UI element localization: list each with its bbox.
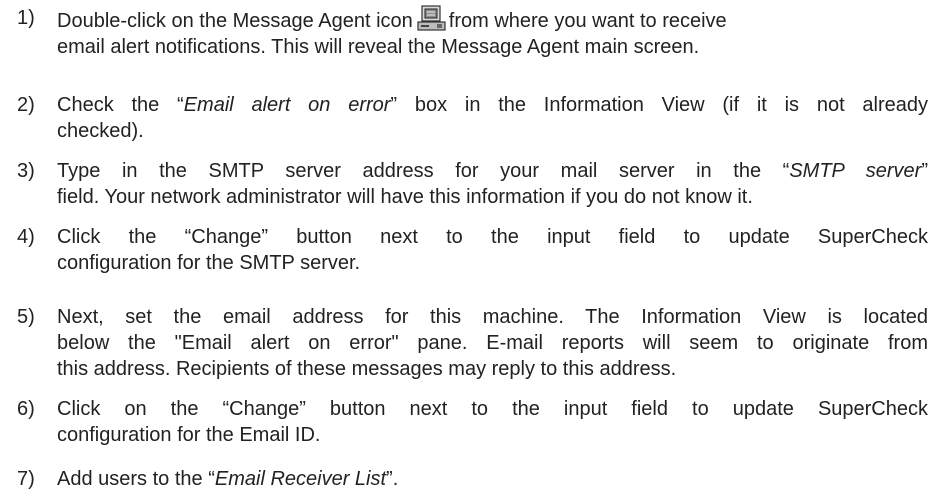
step-text: Add users to the “Email Receiver List”.: [57, 466, 928, 492]
step-text: Click the “Change” button next to the in…: [57, 224, 928, 276]
step-text: Type in the SMTP server address for your…: [57, 158, 928, 210]
step-line: configuration for the Email ID.: [57, 424, 321, 446]
step-number: 7): [17, 468, 35, 490]
step-text: Next, set the email address for this mac…: [57, 304, 928, 382]
step-number: 1): [17, 7, 35, 29]
step-line: configuration for the SMTP server.: [57, 252, 361, 274]
step-line: Click on the “Change” button next to the…: [57, 398, 928, 420]
step-number: 6): [17, 398, 35, 420]
document-page: 1) Double-click on the Message Agent ico…: [0, 0, 943, 504]
step-number: 5): [17, 306, 35, 328]
step-number: 2): [17, 94, 35, 116]
message-agent-icon: [417, 5, 447, 33]
step-number: 3): [17, 160, 35, 182]
step-text: Check the “Email alert on error” box in …: [57, 92, 928, 144]
step-line: checked).: [57, 120, 144, 142]
step-line: Double-click on the Message Agent icon f…: [57, 5, 928, 34]
step-line: email alert notifications. This will rev…: [57, 36, 700, 58]
step-text: Double-click on the Message Agent icon f…: [57, 5, 928, 60]
step-number: 4): [17, 226, 35, 248]
step-line: this address. Recipients of these messag…: [57, 358, 677, 380]
step-text: Click on the “Change” button next to the…: [57, 396, 928, 448]
step-line: field. Your network administrator will h…: [57, 186, 753, 208]
step-line: Next, set the email address for this mac…: [57, 306, 928, 328]
step-line: Add users to the “Email Receiver List”.: [57, 468, 399, 490]
step-line: Type in the SMTP server address for your…: [57, 160, 928, 182]
step-line: Check the “Email alert on error” box in …: [57, 94, 928, 116]
step-line: below the "Email alert on error" pane. E…: [57, 332, 928, 354]
step-line: Click the “Change” button next to the in…: [57, 226, 928, 248]
